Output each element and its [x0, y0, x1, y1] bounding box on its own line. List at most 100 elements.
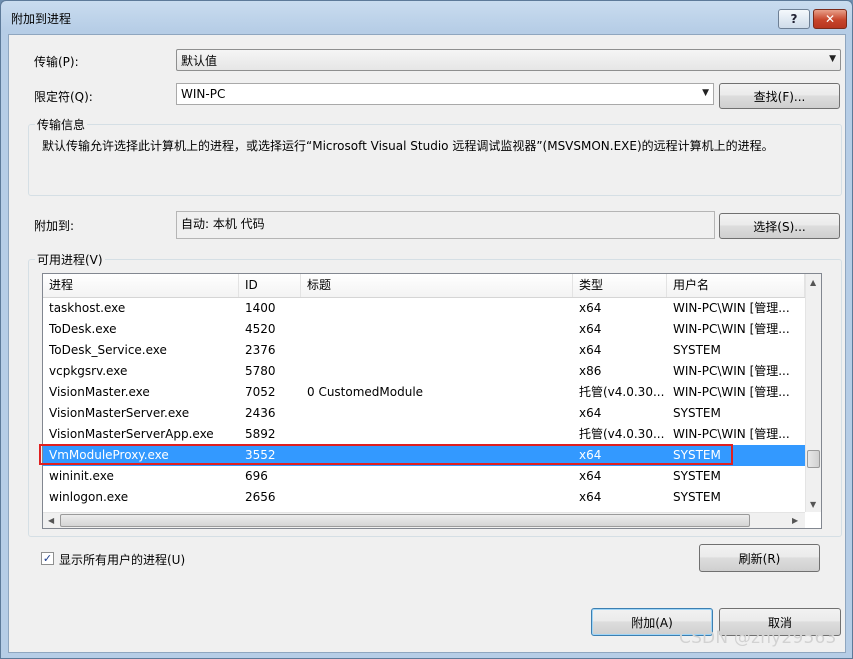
column-header-type[interactable]: 类型	[573, 274, 667, 297]
process-type: x64	[579, 343, 602, 357]
close-button[interactable]: ✕	[813, 9, 847, 29]
process-type: 托管(v4.0.30...	[579, 427, 665, 441]
available-processes-label: 可用进程(V)	[35, 251, 105, 268]
process-id: 5780	[245, 364, 276, 378]
process-title	[301, 445, 573, 466]
process-title	[301, 298, 573, 319]
process-title: 0 CustomedModule	[307, 385, 424, 399]
qualifier-combo[interactable]: WIN-PC ▼	[176, 83, 714, 105]
transport-info-text: 默认传输允许选择此计算机上的进程，或选择运行“Microsoft Visual …	[42, 139, 774, 153]
horizontal-scrollbar[interactable]: ◀ ▶	[43, 512, 805, 528]
scroll-up-arrow-icon[interactable]: ▲	[810, 278, 816, 287]
table-row[interactable]: VisionMasterServerApp.exe 5892 托管(v4.0.3…	[43, 424, 805, 445]
process-type: x64	[579, 448, 602, 462]
watermark: CSDN @zhy29563	[679, 628, 837, 648]
qualifier-label: 限定符(Q):	[34, 90, 93, 104]
process-user: WIN-PC\WIN [管理...	[673, 364, 790, 378]
process-id: 7052	[245, 385, 276, 399]
table-row[interactable]: VisionMaster.exe 7052 0 CustomedModule 托…	[43, 382, 805, 403]
process-type: x86	[579, 364, 602, 378]
attach-to-value: 自动: 本机 代码	[181, 217, 265, 231]
process-list[interactable]: 进程 ID 标题 类型 用户名 taskhost.exe 1400 x64 WI…	[42, 273, 822, 529]
vertical-scrollbar[interactable]: ▲ ▼	[805, 274, 821, 512]
scroll-down-arrow-icon[interactable]: ▼	[810, 500, 816, 509]
column-header-process[interactable]: 进程	[43, 274, 239, 297]
process-user: SYSTEM	[673, 343, 721, 357]
find-button[interactable]: 查找(F)...	[719, 83, 840, 109]
process-name: ToDesk_Service.exe	[49, 343, 167, 357]
scroll-left-arrow-icon[interactable]: ◀	[48, 516, 54, 525]
process-user: SYSTEM	[673, 448, 721, 462]
process-user: WIN-PC\WIN [管理...	[673, 385, 790, 399]
process-name: winlogon.exe	[49, 490, 129, 504]
table-row[interactable]: taskhost.exe 1400 x64 WIN-PC\WIN [管理...	[43, 298, 805, 319]
dialog-client-area: 传输(P): 默认值 ▼ 限定符(Q): WIN-PC ▼ 查找(F)... 传…	[8, 34, 846, 653]
process-title	[301, 403, 573, 424]
process-user: WIN-PC\WIN [管理...	[673, 322, 790, 336]
process-user: SYSTEM	[673, 469, 721, 483]
window-title: 附加到进程	[11, 12, 72, 26]
checkmark-icon: ✓	[42, 552, 53, 565]
select-button[interactable]: 选择(S)...	[719, 213, 840, 239]
table-row-selected[interactable]: VmModuleProxy.exe 3552 x64 SYSTEM	[43, 445, 805, 466]
refresh-button[interactable]: 刷新(R)	[699, 544, 820, 572]
process-type: x64	[579, 469, 602, 483]
attach-to-label: 附加到:	[34, 219, 75, 233]
help-icon: ?	[790, 12, 798, 26]
table-row[interactable]: VisionMasterServer.exe 2436 x64 SYSTEM	[43, 403, 805, 424]
process-name: VmModuleProxy.exe	[49, 448, 169, 462]
title-bar[interactable]: 附加到进程 ? ✕	[1, 1, 852, 35]
show-all-users-checkbox[interactable]: ✓	[41, 552, 54, 565]
qualifier-value: WIN-PC	[181, 87, 226, 101]
process-title	[301, 361, 573, 382]
process-name: VisionMaster.exe	[49, 385, 150, 399]
show-all-users-label[interactable]: 显示所有用户的进程(U)	[59, 551, 185, 568]
transport-combo[interactable]: 默认值 ▼	[176, 49, 841, 71]
process-type: x64	[579, 490, 602, 504]
process-title	[301, 466, 573, 487]
table-row[interactable]: ToDesk_Service.exe 2376 x64 SYSTEM	[43, 340, 805, 361]
process-title	[301, 487, 573, 508]
dropdown-arrow-icon: ▼	[829, 54, 836, 64]
table-row[interactable]: ToDesk.exe 4520 x64 WIN-PC\WIN [管理...	[43, 319, 805, 340]
process-user: SYSTEM	[673, 406, 721, 420]
process-id: 696	[245, 469, 268, 483]
process-list-header: 进程 ID 标题 类型 用户名	[43, 274, 805, 298]
attach-to-field: 自动: 本机 代码	[176, 211, 715, 239]
process-title	[301, 319, 573, 340]
transport-info-group	[28, 124, 842, 196]
process-id: 5892	[245, 427, 276, 441]
table-row[interactable]: winlogon.exe 2656 x64 SYSTEM	[43, 487, 805, 508]
horizontal-scroll-thumb[interactable]	[60, 514, 750, 527]
attach-to-process-dialog: 附加到进程 ? ✕ 传输(P): 默认值 ▼ 限定符(Q): WIN-PC ▼ …	[0, 0, 853, 659]
process-name: vcpkgsrv.exe	[49, 364, 128, 378]
process-id: 2436	[245, 406, 276, 420]
process-user: WIN-PC\WIN [管理...	[673, 301, 790, 315]
transport-value: 默认值	[181, 53, 218, 68]
transport-label: 传输(P):	[34, 55, 79, 69]
scroll-right-arrow-icon[interactable]: ▶	[792, 516, 798, 525]
column-header-title[interactable]: 标题	[301, 274, 573, 297]
transport-info-label: 传输信息	[35, 116, 88, 133]
table-row[interactable]: wininit.exe 696 x64 SYSTEM	[43, 466, 805, 487]
help-button[interactable]: ?	[778, 9, 810, 29]
table-row[interactable]: vcpkgsrv.exe 5780 x86 WIN-PC\WIN [管理...	[43, 361, 805, 382]
process-user: SYSTEM	[673, 490, 721, 504]
process-type: 托管(v4.0.30...	[579, 385, 665, 399]
process-id: 2656	[245, 490, 276, 504]
process-name: taskhost.exe	[49, 301, 126, 315]
process-name: VisionMasterServer.exe	[49, 406, 190, 420]
process-name: wininit.exe	[49, 469, 114, 483]
vertical-scroll-thumb[interactable]	[807, 450, 820, 468]
column-header-id[interactable]: ID	[239, 274, 301, 297]
process-title	[301, 340, 573, 361]
close-icon: ✕	[824, 12, 836, 26]
dropdown-arrow-icon: ▼	[702, 88, 709, 98]
process-name: VisionMasterServerApp.exe	[49, 427, 214, 441]
column-header-user[interactable]: 用户名	[667, 274, 805, 297]
process-type: x64	[579, 322, 602, 336]
process-id: 2376	[245, 343, 276, 357]
process-title	[301, 424, 573, 445]
process-id: 3552	[245, 448, 276, 462]
process-id: 4520	[245, 322, 276, 336]
